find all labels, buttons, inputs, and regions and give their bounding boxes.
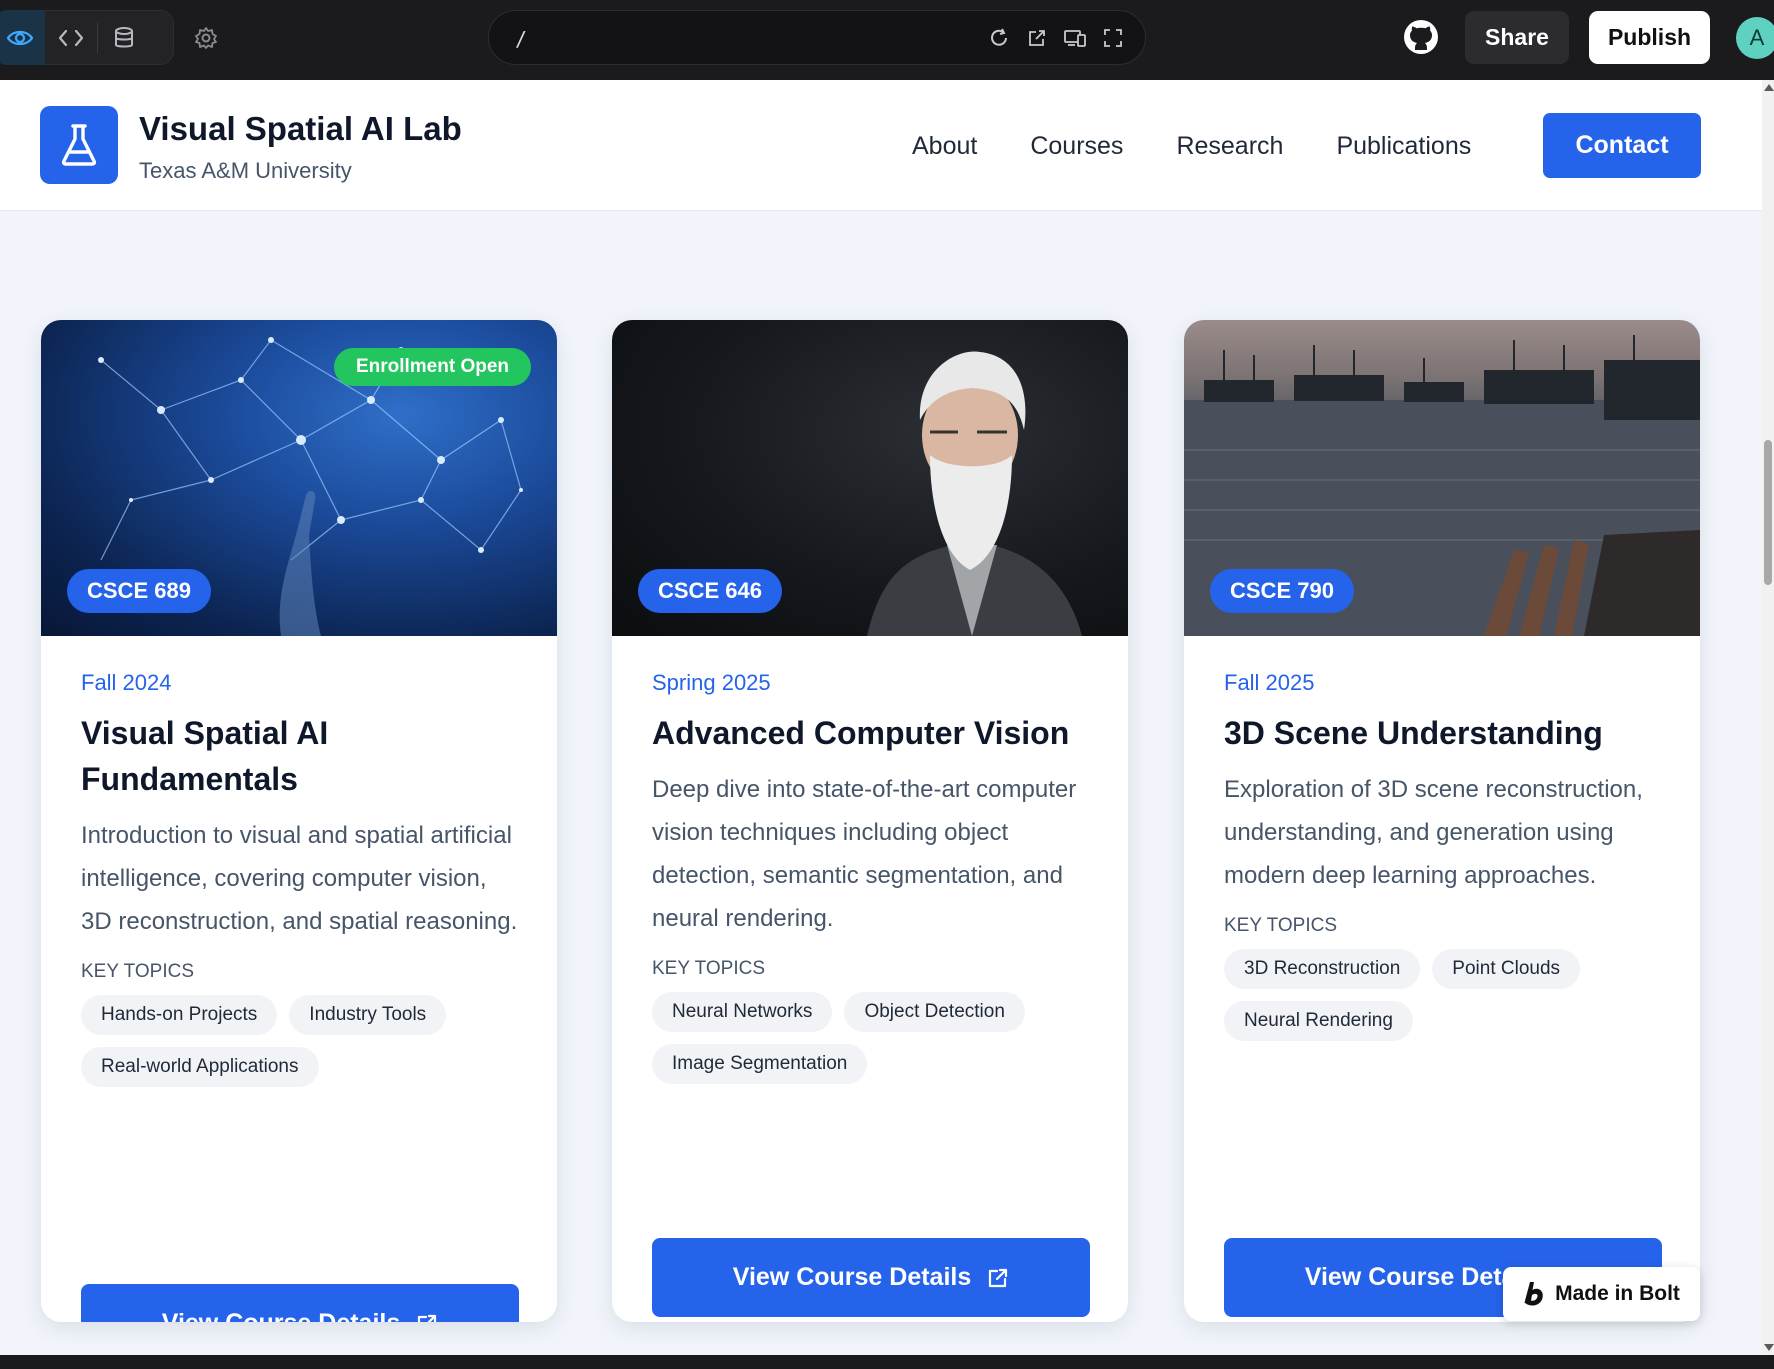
view-mode-group <box>0 10 174 65</box>
course-card: Enrollment Open CSCE 689 Fall 2024 Visua… <box>41 320 557 1322</box>
topic-tag: Neural Rendering <box>1224 1001 1413 1041</box>
button-label: View Course Details <box>162 1309 401 1322</box>
topic-tag: Industry Tools <box>289 995 447 1035</box>
bottom-frame <box>0 1355 1774 1369</box>
course-term: Fall 2024 <box>81 670 172 695</box>
bolt-badge-label: Made in Bolt <box>1555 1282 1680 1305</box>
address-bar-actions <box>987 26 1125 50</box>
gear-icon <box>195 27 217 49</box>
course-title: 3D Scene Understanding <box>1224 715 1603 751</box>
made-in-bolt-badge[interactable]: Made in Bolt <box>1503 1267 1700 1321</box>
preview-toggle[interactable] <box>0 10 45 65</box>
lab-name[interactable]: Visual Spatial AI Lab <box>139 110 462 148</box>
editor-toolbar: / Share Publish A <box>0 0 1774 80</box>
course-code-badge: CSCE 646 <box>638 569 782 613</box>
course-card: CSCE 646 Spring 2025 Advanced Computer V… <box>612 320 1128 1322</box>
course-code-badge: CSCE 790 <box>1210 569 1354 613</box>
nav-courses[interactable]: Courses <box>1030 132 1123 161</box>
scroll-thumb[interactable] <box>1764 440 1772 585</box>
course-term: Spring 2025 <box>652 670 771 695</box>
university-name: Texas A&M University <box>139 158 352 183</box>
topic-list: Hands-on Projects Industry Tools Real-wo… <box>81 995 519 1087</box>
scroll-up-arrow-icon[interactable] <box>1764 84 1774 91</box>
button-label: View Course Details <box>732 1263 972 1291</box>
share-button[interactable]: Share <box>1465 11 1569 64</box>
responsive-devices-icon[interactable] <box>1063 26 1087 50</box>
site-header: Visual Spatial AI Lab Texas A&M Universi… <box>0 80 1762 211</box>
course-title: Advanced Computer Vision <box>652 715 1070 751</box>
key-topics-label: KEY TOPICS <box>81 961 194 982</box>
topic-tag: Neural Networks <box>652 992 833 1032</box>
publish-button[interactable]: Publish <box>1589 11 1710 64</box>
main-nav: About Courses Research Publications <box>912 132 1471 161</box>
course-code-badge: CSCE 689 <box>67 569 211 613</box>
key-topics-label: KEY TOPICS <box>1224 915 1337 936</box>
external-link-icon <box>989 1268 1008 1287</box>
user-avatar[interactable]: A <box>1736 17 1774 59</box>
course-term: Fall 2025 <box>1224 670 1315 695</box>
topic-tag: 3D Reconstruction <box>1224 949 1421 989</box>
github-icon[interactable] <box>1401 17 1441 57</box>
nav-about[interactable]: About <box>912 132 977 161</box>
course-title: Visual Spatial AI Fundamentals <box>81 715 329 797</box>
external-link-icon <box>418 1314 437 1322</box>
course-image-harbor: CSCE 790 <box>1184 320 1700 636</box>
address-bar[interactable]: / <box>488 10 1146 65</box>
topic-tag: Point Clouds <box>1432 949 1581 989</box>
view-course-details-button[interactable]: View Course Details <box>81 1284 519 1322</box>
course-image-neural-network: Enrollment Open CSCE 689 <box>41 320 557 636</box>
database-toggle[interactable] <box>98 10 150 65</box>
topic-list: 3D Reconstruction Point Clouds Neural Re… <box>1224 949 1662 1041</box>
code-icon <box>58 29 84 46</box>
bolt-logo-icon <box>1524 1282 1543 1306</box>
course-image-portrait: CSCE 646 <box>612 320 1128 636</box>
url-text: / <box>515 27 528 51</box>
course-card-body: Spring 2025 Advanced Computer Vision Dee… <box>652 670 1090 1084</box>
contact-button[interactable]: Contact <box>1543 113 1701 178</box>
reload-icon[interactable] <box>987 26 1011 50</box>
course-card-body: Fall 2024 Visual Spatial AI Fundamentals… <box>81 670 519 1087</box>
eye-icon <box>6 30 34 45</box>
database-icon <box>115 26 133 47</box>
course-description: Introduction to visual and spatial artif… <box>81 822 518 935</box>
course-description: Exploration of 3D scene reconstruction, … <box>1224 776 1643 889</box>
flask-icon <box>61 124 97 166</box>
fullscreen-icon[interactable] <box>1101 26 1125 50</box>
topic-tag: Image Segmentation <box>652 1044 868 1084</box>
open-new-tab-icon[interactable] <box>1025 26 1049 50</box>
topic-list: Neural Networks Object Detection Image S… <box>652 992 1090 1084</box>
course-description: Deep dive into state-of-the-art computer… <box>652 776 1077 932</box>
key-topics-label: KEY TOPICS <box>652 958 765 979</box>
topic-tag: Real-world Applications <box>81 1047 319 1087</box>
view-course-details-button[interactable]: View Course Details <box>652 1238 1090 1317</box>
site-preview: Visual Spatial AI Lab Texas A&M Universi… <box>0 80 1762 1355</box>
topic-tag: Object Detection <box>844 992 1025 1032</box>
course-card-body: Fall 2025 3D Scene Understanding Explora… <box>1224 670 1662 1041</box>
lab-logo[interactable] <box>40 106 118 184</box>
preview-scrollbar[interactable] <box>1762 80 1774 1355</box>
nav-research[interactable]: Research <box>1176 132 1283 161</box>
course-card: CSCE 790 Fall 2025 3D Scene Understandin… <box>1184 320 1700 1322</box>
code-toggle[interactable] <box>45 10 97 65</box>
topic-tag: Hands-on Projects <box>81 995 278 1035</box>
settings-button[interactable] <box>186 18 226 58</box>
nav-publications[interactable]: Publications <box>1336 132 1471 161</box>
enrollment-status-badge: Enrollment Open <box>334 348 531 386</box>
scroll-down-arrow-icon[interactable] <box>1764 1344 1774 1351</box>
